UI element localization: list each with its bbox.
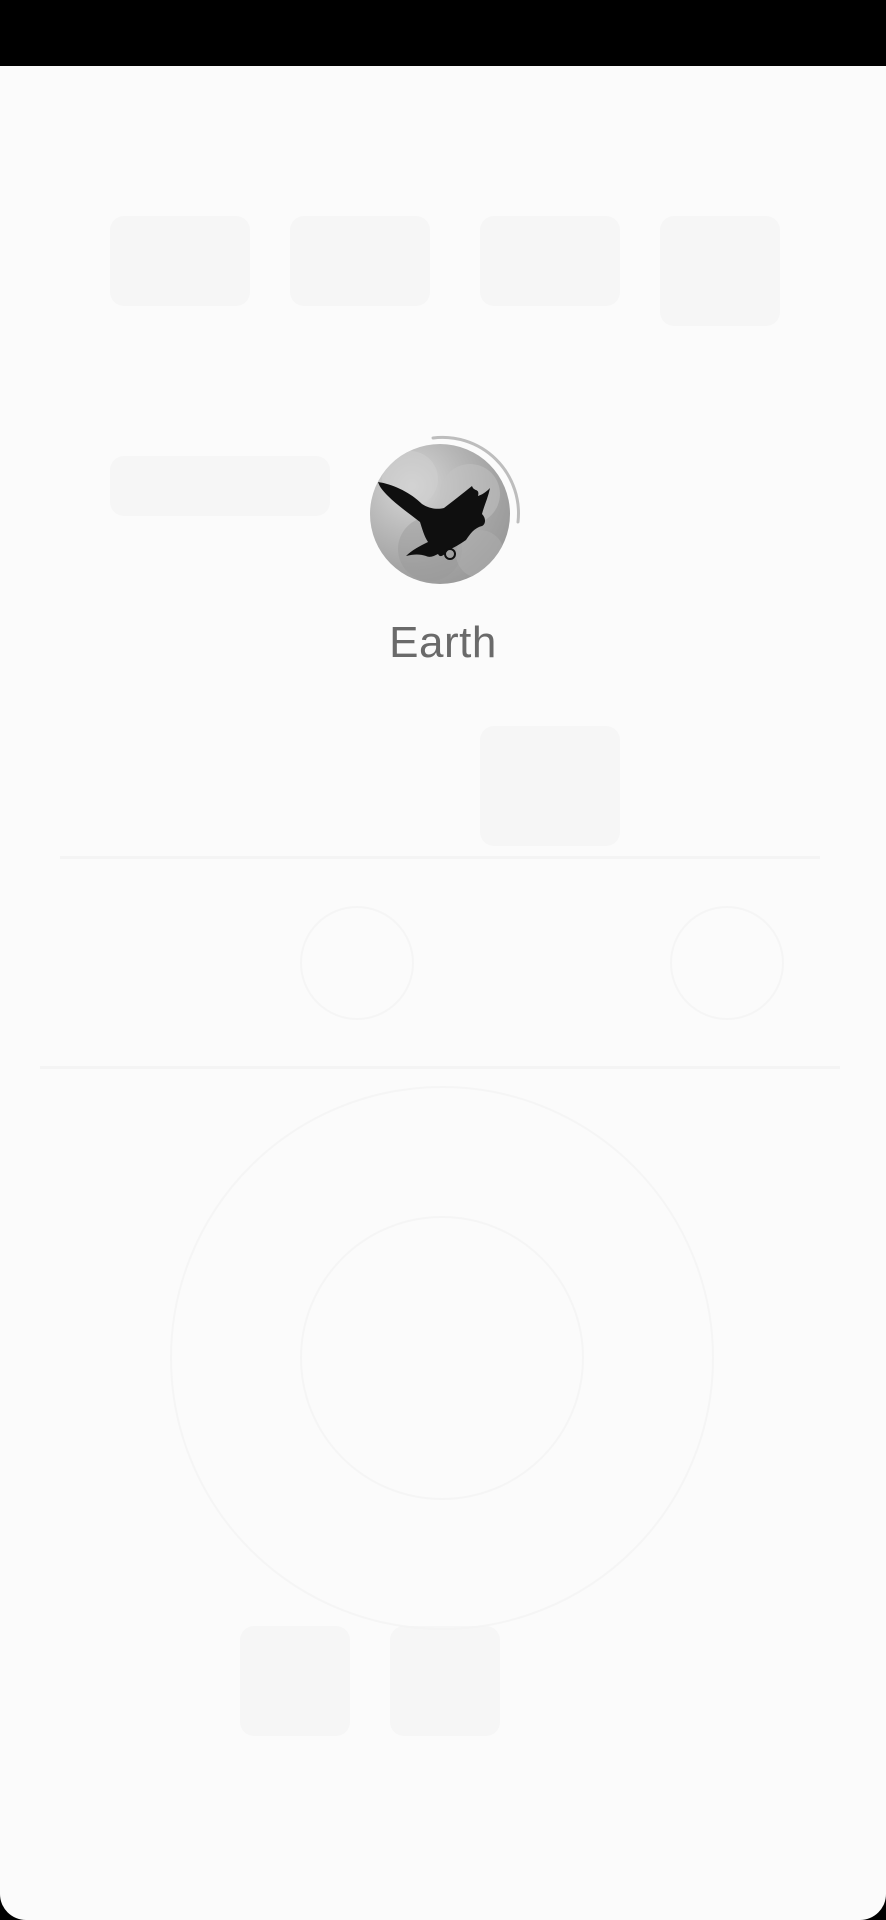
app-logo [363,432,523,592]
phone-screen: Earth [0,0,886,1920]
splash-screen: Earth [0,432,886,668]
ghosted-background [0,66,886,1920]
ghost-tile [290,216,430,306]
ghost-tile [110,216,250,306]
ghost-divider [60,856,820,859]
progress-arc-icon [431,435,520,524]
app-name-label: Earth [389,618,497,667]
app-surface: Earth [0,66,886,1920]
ghost-tile [480,216,620,306]
ghost-circle [670,906,784,1020]
ghost-tile [480,726,620,846]
ghost-circle [300,906,414,1020]
ghost-tile [660,216,780,326]
ghost-circle [300,1216,584,1500]
status-bar [0,0,886,66]
ghost-circle [170,1086,714,1630]
ghost-tile [240,1626,350,1736]
ghost-tile [390,1626,500,1736]
ghost-divider [40,1066,840,1069]
